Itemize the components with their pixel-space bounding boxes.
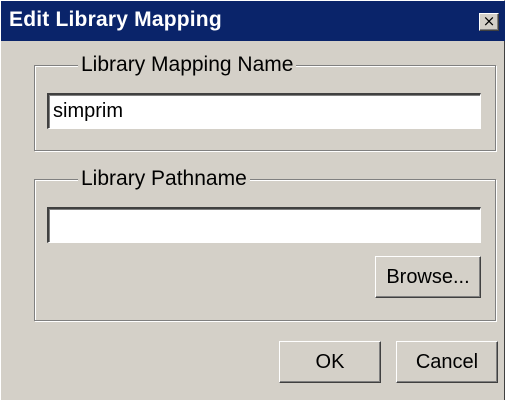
close-icon: × [482,12,496,30]
title-bar[interactable]: Edit Library Mapping × [1,1,505,41]
library-pathname-label: Library Pathname [78,166,250,192]
dialog-title: Edit Library Mapping [9,8,222,31]
library-mapping-name-input[interactable] [47,93,481,129]
close-button[interactable]: × [479,13,499,31]
library-pathname-input[interactable] [47,207,481,243]
edit-library-mapping-dialog: Edit Library Mapping × Library Mapping N… [0,0,505,400]
library-mapping-name-label: Library Mapping Name [78,52,297,78]
cancel-button[interactable]: Cancel [396,341,498,383]
library-pathname-group: Library Pathname Browse... [34,166,496,321]
browse-button[interactable]: Browse... [375,256,481,298]
ok-button[interactable]: OK [279,341,381,383]
library-mapping-name-group: Library Mapping Name [34,52,496,151]
